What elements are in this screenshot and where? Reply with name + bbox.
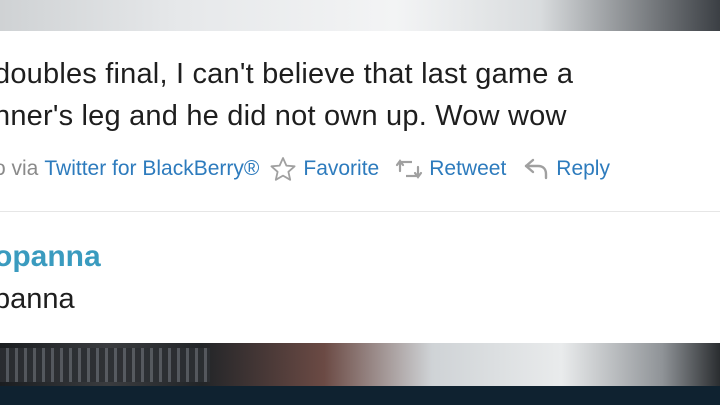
favorite-button[interactable]: Favorite (269, 156, 379, 182)
retweet-icon (395, 156, 423, 182)
favorite-label: Favorite (303, 157, 380, 180)
tweet-text-line-1: doubles final, I can't believe that last… (0, 58, 574, 90)
retweet-button[interactable]: Retweet (395, 156, 506, 182)
tweet-text-line-2: nner's leg and he did not own up. Wow wo… (0, 100, 567, 132)
star-icon (269, 156, 297, 182)
reply-arrow-icon (522, 156, 550, 182)
user-display-name[interactable]: opanna (0, 240, 101, 274)
retweet-label: Retweet (429, 157, 507, 180)
divider (0, 211, 720, 212)
reply-button[interactable]: Reply (522, 156, 610, 182)
via-label: o via (0, 157, 39, 180)
background-bottom-strip (0, 386, 720, 405)
background-grill (0, 348, 210, 382)
client-link[interactable]: Twitter for BlackBerry® (44, 157, 259, 181)
tweet-card: doubles final, I can't believe that last… (0, 31, 720, 343)
tweet-text: doubles final, I can't believe that last… (0, 53, 720, 137)
reply-label: Reply (556, 157, 610, 180)
tweet-meta-bar: o via Twitter for BlackBerry® Favorite R… (0, 153, 626, 185)
user-handle: panna (0, 283, 75, 315)
